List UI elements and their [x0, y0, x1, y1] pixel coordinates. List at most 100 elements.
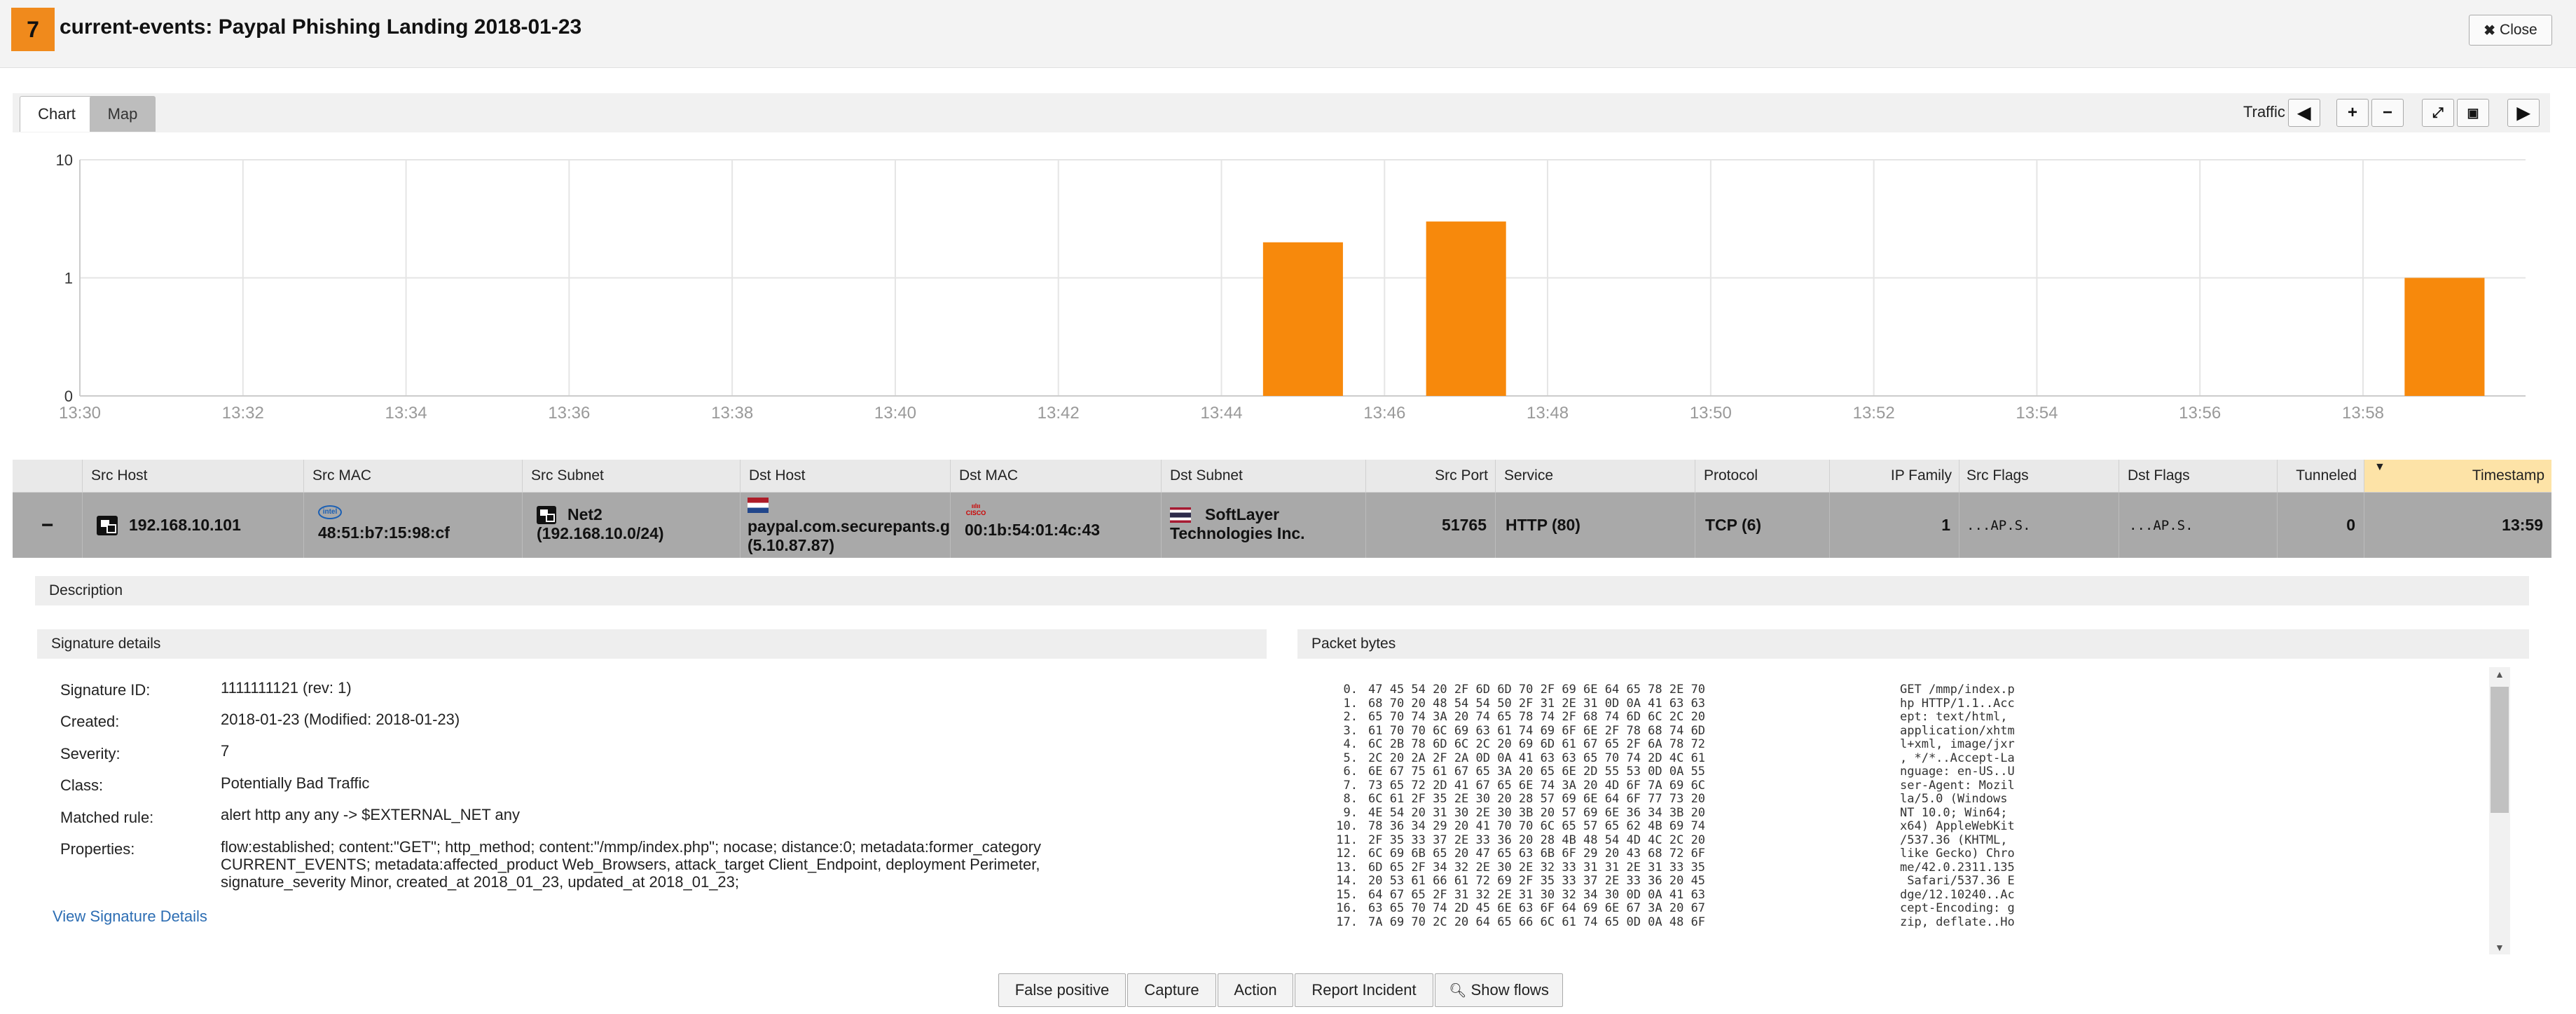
x-tick-label: 13:32: [222, 404, 264, 423]
cell-service: HTTP (80): [1496, 493, 1695, 558]
x-tick-label: 13:56: [2179, 404, 2221, 423]
col-service[interactable]: Service: [1496, 460, 1695, 492]
report-incident-button[interactable]: Report Incident: [1295, 973, 1433, 1007]
matched-rule-value: alert http any any -> $EXTERNAL_NET any: [221, 806, 520, 823]
flag-thailand-icon: [1170, 507, 1191, 523]
sid-value: 1111111121 (rev: 1): [221, 679, 352, 697]
x-tick-label: 13:54: [2016, 404, 2058, 423]
signature-heading: Signature details: [37, 629, 1267, 659]
x-tick-label: 13:40: [874, 404, 916, 423]
cell-protocol: TCP (6): [1695, 493, 1830, 558]
cell-dst-subnet: SoftLayer Technologies Inc.: [1162, 493, 1366, 558]
chart-toolbar: Chart Map Traffic ◀ + − ⤢ ▣ ▶: [13, 93, 2550, 132]
cell-ip-family: 1: [1830, 493, 1959, 558]
scroll-thumb[interactable]: [2491, 687, 2509, 813]
matched-rule-label: Matched rule:: [60, 809, 154, 826]
expand-toggle[interactable]: −: [13, 493, 83, 558]
severity-badge: 7: [11, 8, 55, 51]
pan-left-button[interactable]: ◀: [2288, 99, 2320, 127]
image-icon: ▣: [2467, 105, 2479, 120]
view-signature-link[interactable]: View Signature Details: [53, 907, 207, 926]
scroll-up-icon[interactable]: ▲: [2495, 669, 2505, 680]
x-tick-label: 13:30: [59, 404, 101, 423]
save-image-button[interactable]: ▣: [2457, 99, 2489, 127]
col-src-mac[interactable]: Src MAC: [304, 460, 523, 492]
traffic-chart: 13:30 13:32 13:34 13:36 13:38 13:40 13:42 13:44…: [56, 151, 2526, 423]
title-bar: 7 current-events: Paypal Phishing Landin…: [0, 0, 2576, 68]
col-protocol[interactable]: Protocol: [1695, 460, 1830, 492]
src-subnet-cidr: (192.168.10.0/24): [537, 524, 664, 542]
pan-right-button[interactable]: ▶: [2507, 99, 2540, 127]
cell-src-host: 192.168.10.101: [83, 493, 304, 558]
cell-timestamp: 13:59: [2502, 516, 2543, 534]
cisco-logo-icon: ıılıı CISCO: [965, 502, 986, 516]
capture-button[interactable]: Capture: [1127, 973, 1216, 1007]
col-dst-host[interactable]: Dst Host: [741, 460, 951, 492]
page-title: current-events: Paypal Phishing Landing …: [60, 15, 582, 39]
col-src-port[interactable]: Src Port: [1366, 460, 1496, 492]
dst-ip-value: (5.10.87.87): [748, 535, 835, 554]
search-icon: 🔍︎: [1449, 982, 1467, 999]
action-button[interactable]: Action: [1218, 973, 1293, 1007]
show-flows-label: Show flows: [1470, 981, 1549, 999]
col-ip-family[interactable]: IP Family: [1830, 460, 1959, 492]
event-detail-panel: Description Signature details Packet byt…: [13, 559, 2551, 1014]
show-flows-button[interactable]: 🔍︎ Show flows: [1435, 973, 1563, 1007]
packet-offsets: 0. 1. 2. 3. 4. 5. 6. 7. 8. 9. 10. 11. 12…: [1336, 683, 1358, 929]
zoom-in-button[interactable]: +: [2336, 99, 2369, 127]
tab-chart[interactable]: Chart: [20, 96, 94, 132]
resize-icon: ⤢: [2432, 104, 2444, 121]
x-tick-label: 13:36: [548, 404, 590, 423]
y-tick-label: 0: [64, 388, 73, 405]
flag-netherlands-icon: [748, 497, 769, 513]
col-src-host[interactable]: Src Host: [83, 460, 304, 492]
close-button[interactable]: ✖ Close: [2469, 15, 2552, 46]
x-tick-label: 13:38: [711, 404, 753, 423]
traffic-label: Traffic: [2243, 103, 2285, 121]
y-tick-label: 10: [56, 151, 73, 169]
sort-desc-icon: ▼: [2374, 461, 2385, 473]
dst-mac-value[interactable]: 00:1b:54:01:4c:43: [965, 521, 1157, 540]
dst-subnet-line1[interactable]: SoftLayer: [1205, 505, 1279, 524]
packet-heading: Packet bytes: [1297, 629, 2529, 659]
chart-bar[interactable]: [1426, 221, 1506, 396]
col-dst-subnet[interactable]: Dst Subnet: [1162, 460, 1366, 492]
zoom-reset-button[interactable]: ⤢: [2422, 99, 2454, 127]
description-heading[interactable]: Description: [35, 576, 2529, 605]
x-tick-label: 13:50: [1690, 404, 1732, 423]
false-positive-button[interactable]: False positive: [998, 973, 1126, 1007]
chart-bar[interactable]: [2404, 278, 2485, 397]
minus-icon: −: [2382, 103, 2392, 122]
col-src-subnet[interactable]: Src Subnet: [523, 460, 741, 492]
tab-map[interactable]: Map: [90, 96, 156, 132]
chart-bar[interactable]: [1262, 242, 1343, 396]
plus-icon: +: [2347, 103, 2357, 122]
src-subnet-name[interactable]: Net2: [567, 505, 602, 524]
properties-label: Properties:: [60, 840, 135, 858]
cell-src-port: 51765: [1366, 493, 1496, 558]
properties-line-3: signature_severity Minor, created_at 201…: [221, 873, 740, 891]
scroll-down-icon[interactable]: ▼: [2495, 942, 2505, 953]
packet-ascii: GET /mmp/index.p hp HTTP/1.1..Acc ept: t…: [1900, 683, 2015, 929]
cell-dst-mac: ıılıı CISCO 00:1b:54:01:4c:43: [951, 493, 1162, 558]
x-tick-label: 13:44: [1200, 404, 1242, 423]
dst-host-value[interactable]: paypal.com.securepants.g: [748, 517, 950, 536]
src-mac-value[interactable]: 48:51:b7:15:98:cf: [318, 523, 518, 542]
col-dst-flags[interactable]: Dst Flags: [2119, 460, 2278, 492]
packet-scrollbar[interactable]: ▲ ▼: [2489, 667, 2510, 954]
x-tick-label: 13:58: [2342, 404, 2384, 423]
created-label: Created:: [60, 713, 120, 730]
intel-logo-icon: intel: [318, 505, 342, 519]
network-icon: [97, 515, 118, 535]
packet-hex: 47 45 54 20 2F 6D 6D 70 2F 69 6E 64 65 7…: [1368, 683, 1706, 929]
triangle-left-icon: ◀: [2297, 103, 2311, 123]
cell-tunneled: 0: [2278, 493, 2364, 558]
col-tunneled[interactable]: Tunneled: [2278, 460, 2364, 492]
table-row[interactable]: − 192.168.10.101 intel 48:51:b7:15:98:cf…: [13, 493, 2551, 558]
zoom-out-button[interactable]: −: [2371, 99, 2404, 127]
col-timestamp[interactable]: ▼ Timestamp: [2364, 460, 2551, 492]
col-timestamp-label: Timestamp: [2472, 467, 2544, 484]
col-src-flags[interactable]: Src Flags: [1959, 460, 2119, 492]
src-host-value[interactable]: 192.168.10.101: [129, 516, 241, 535]
col-dst-mac[interactable]: Dst MAC: [951, 460, 1162, 492]
